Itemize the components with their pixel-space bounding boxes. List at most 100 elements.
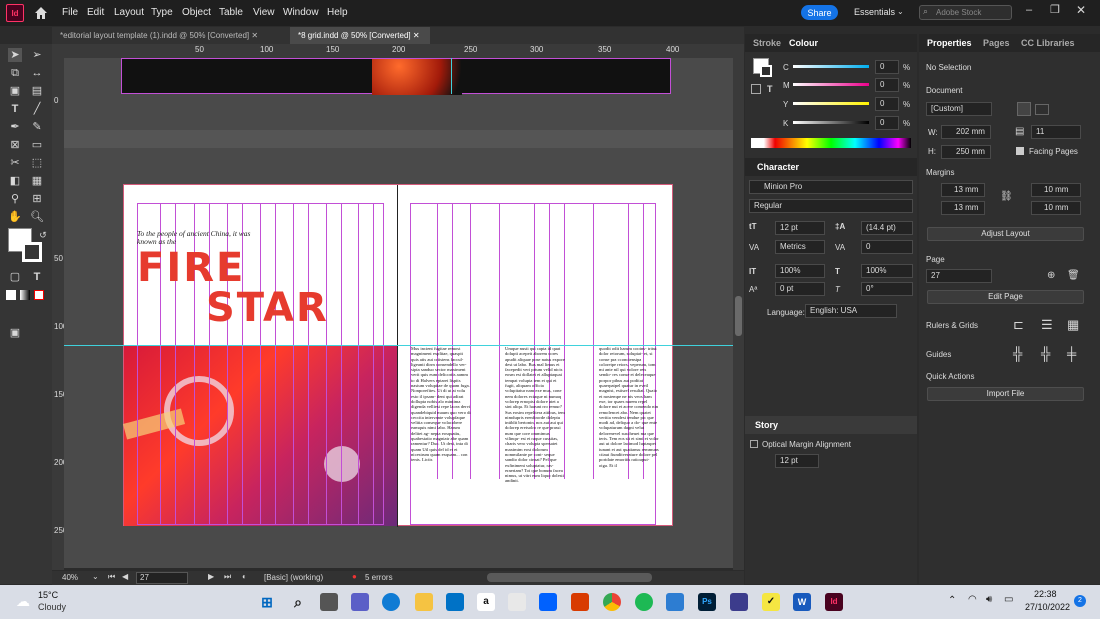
body-column-3[interactable]: quodit odit harum cooins- tritut dolor r… bbox=[599, 346, 659, 482]
show-guides-icon[interactable]: ╬ bbox=[1013, 346, 1022, 361]
scissors-tool-icon[interactable]: ✂ bbox=[8, 156, 22, 170]
rectangle-frame-tool-icon[interactable]: ⊠ bbox=[8, 138, 22, 152]
ruler-icon[interactable]: ⊏ bbox=[1013, 317, 1024, 333]
home-icon[interactable] bbox=[34, 6, 48, 20]
rectangle-tool-icon[interactable]: ▭ bbox=[30, 138, 44, 152]
margin-right-field[interactable]: 10 mm bbox=[1031, 201, 1081, 215]
content-collector-icon[interactable]: ▣ bbox=[8, 84, 22, 98]
horizontal-guide[interactable] bbox=[64, 345, 733, 346]
spotify-icon[interactable] bbox=[635, 593, 653, 611]
stroke-swatch[interactable] bbox=[22, 242, 42, 262]
intro-text[interactable]: To the people of ancient China, it was k… bbox=[137, 230, 267, 246]
leading-field[interactable]: (14.4 pt) bbox=[861, 221, 913, 235]
wifi-icon[interactable]: ◠ bbox=[968, 594, 977, 605]
weather-condition[interactable]: Cloudy bbox=[38, 602, 66, 612]
font-family-select[interactable]: Minion Pro bbox=[749, 180, 913, 194]
weather-temp[interactable]: 15°C bbox=[38, 590, 58, 600]
formatting-text-icon[interactable]: T bbox=[30, 270, 44, 284]
gradient-tool-icon[interactable]: ◧ bbox=[8, 174, 22, 188]
menu-type[interactable]: Type bbox=[151, 7, 173, 18]
menu-help[interactable]: Help bbox=[327, 7, 348, 18]
tab-cc-libraries[interactable]: CC Libraries bbox=[1021, 38, 1075, 48]
body-column-1[interactable]: Mus incient fugitae remost magniment exp… bbox=[411, 346, 471, 482]
mail-icon[interactable] bbox=[446, 593, 464, 611]
document-canvas[interactable]: To the people of ancient China, it was k… bbox=[64, 58, 733, 568]
adobe-stock-search[interactable]: Adobe Stock bbox=[919, 5, 1012, 20]
adjust-layout-button[interactable]: Adjust Layout bbox=[927, 227, 1084, 241]
selection-tool-icon[interactable]: ➤ bbox=[8, 48, 22, 62]
margin-top-field[interactable]: 13 mm bbox=[941, 183, 985, 197]
close-icon[interactable]: ✕ bbox=[251, 31, 258, 40]
baseline-shift-field[interactable]: 0 pt bbox=[775, 282, 825, 296]
chevron-down-icon[interactable]: ⌄ bbox=[92, 572, 99, 581]
screen-mode-icon[interactable]: ▣ bbox=[8, 326, 22, 340]
portrait-orientation-icon[interactable] bbox=[1017, 102, 1031, 116]
page-tool-icon[interactable]: ⧉ bbox=[8, 66, 22, 80]
teams-icon[interactable] bbox=[351, 593, 369, 611]
magenta-slider[interactable] bbox=[793, 83, 869, 86]
pen-tool-icon[interactable]: ✒ bbox=[8, 120, 22, 134]
pencil-tool-icon[interactable]: ✎ bbox=[30, 120, 44, 134]
clock-time[interactable]: 22:38 bbox=[1034, 589, 1057, 599]
apply-gradient-icon[interactable] bbox=[20, 290, 30, 300]
stroke-color-swatch[interactable] bbox=[760, 65, 772, 77]
width-field[interactable]: 202 mm bbox=[941, 125, 991, 139]
font-style-select[interactable]: Regular bbox=[749, 199, 913, 213]
trash-icon[interactable]: 🗑︎ bbox=[1067, 270, 1080, 281]
preflight-icon[interactable]: ◐ bbox=[242, 572, 247, 581]
free-transform-tool-icon[interactable]: ⬚ bbox=[30, 156, 44, 170]
search-icon[interactable]: ⌕ bbox=[289, 593, 307, 611]
vertical-scale-field[interactable]: 100% bbox=[775, 264, 825, 278]
error-count[interactable]: 5 errors bbox=[365, 573, 393, 582]
next-page-icon[interactable]: ▶ bbox=[208, 572, 214, 581]
edge-icon[interactable] bbox=[382, 593, 400, 611]
tab-stroke[interactable]: Stroke bbox=[753, 38, 781, 48]
tracking-field[interactable]: 0 bbox=[861, 240, 913, 254]
edit-page-button[interactable]: Edit Page bbox=[927, 290, 1084, 304]
last-page-icon[interactable]: ⏭ bbox=[224, 572, 231, 582]
horizontal-scroll-thumb[interactable] bbox=[487, 573, 652, 582]
photos-icon[interactable] bbox=[666, 593, 684, 611]
import-file-button[interactable]: Import File bbox=[927, 387, 1084, 401]
menu-object[interactable]: Object bbox=[182, 7, 211, 18]
word-icon[interactable]: W bbox=[793, 593, 811, 611]
type-tool-icon[interactable]: T bbox=[8, 102, 22, 116]
file-explorer-icon[interactable] bbox=[415, 593, 433, 611]
indesign-icon[interactable]: Id bbox=[825, 593, 843, 611]
black-slider[interactable] bbox=[793, 121, 869, 124]
margin-left-field[interactable]: 10 mm bbox=[1031, 183, 1081, 197]
preflight-profile[interactable]: [Basic] (working) bbox=[264, 573, 323, 582]
optical-size-field[interactable]: 12 pt bbox=[775, 454, 819, 468]
landscape-orientation-icon[interactable] bbox=[1035, 104, 1049, 115]
language-select[interactable]: English: USA bbox=[805, 304, 897, 318]
black-value[interactable]: 0 bbox=[875, 116, 899, 130]
horizontal-scale-field[interactable]: 100% bbox=[861, 264, 913, 278]
title-star[interactable]: STAR bbox=[206, 285, 329, 331]
tab-colour[interactable]: Colour bbox=[789, 38, 818, 48]
note-tool-icon[interactable]: ▦ bbox=[30, 174, 44, 188]
affinity-icon[interactable] bbox=[730, 593, 748, 611]
menu-view[interactable]: View bbox=[253, 7, 275, 18]
dropbox-icon[interactable] bbox=[539, 593, 557, 611]
tab-editorial-layout[interactable]: *editorial layout template (1).indd @ 50… bbox=[52, 27, 284, 44]
notification-badge[interactable]: 2 bbox=[1074, 595, 1086, 607]
formatting-container-icon[interactable]: ▢ bbox=[8, 270, 22, 284]
optical-margin-checkbox[interactable] bbox=[750, 440, 758, 448]
skew-field[interactable]: 0° bbox=[861, 282, 913, 296]
menu-edit[interactable]: Edit bbox=[87, 7, 104, 18]
gap-tool-icon[interactable]: ↔ bbox=[30, 66, 44, 80]
tasks-icon[interactable]: ✓ bbox=[762, 593, 780, 611]
line-tool-icon[interactable]: ╱ bbox=[30, 102, 44, 116]
windows-start-icon[interactable]: ⊞ bbox=[258, 593, 276, 611]
apply-none-icon[interactable] bbox=[34, 290, 44, 300]
workspace-switcher[interactable]: Essentials bbox=[854, 7, 895, 17]
photoshop-icon[interactable]: Ps bbox=[698, 593, 716, 611]
volume-icon[interactable]: 🔊︎ bbox=[986, 594, 992, 605]
share-button[interactable]: Share bbox=[801, 5, 838, 20]
tab-8-grid[interactable]: *8 grid.indd @ 50% [Converted] ✕ bbox=[290, 27, 430, 44]
eyedropper-tool-icon[interactable]: ⚲ bbox=[8, 192, 22, 206]
zoom-level[interactable]: 40% bbox=[62, 573, 78, 582]
yellow-slider[interactable] bbox=[793, 102, 869, 105]
colour-spectrum[interactable] bbox=[751, 138, 911, 148]
previous-page-icon[interactable]: ◀ bbox=[122, 572, 128, 581]
